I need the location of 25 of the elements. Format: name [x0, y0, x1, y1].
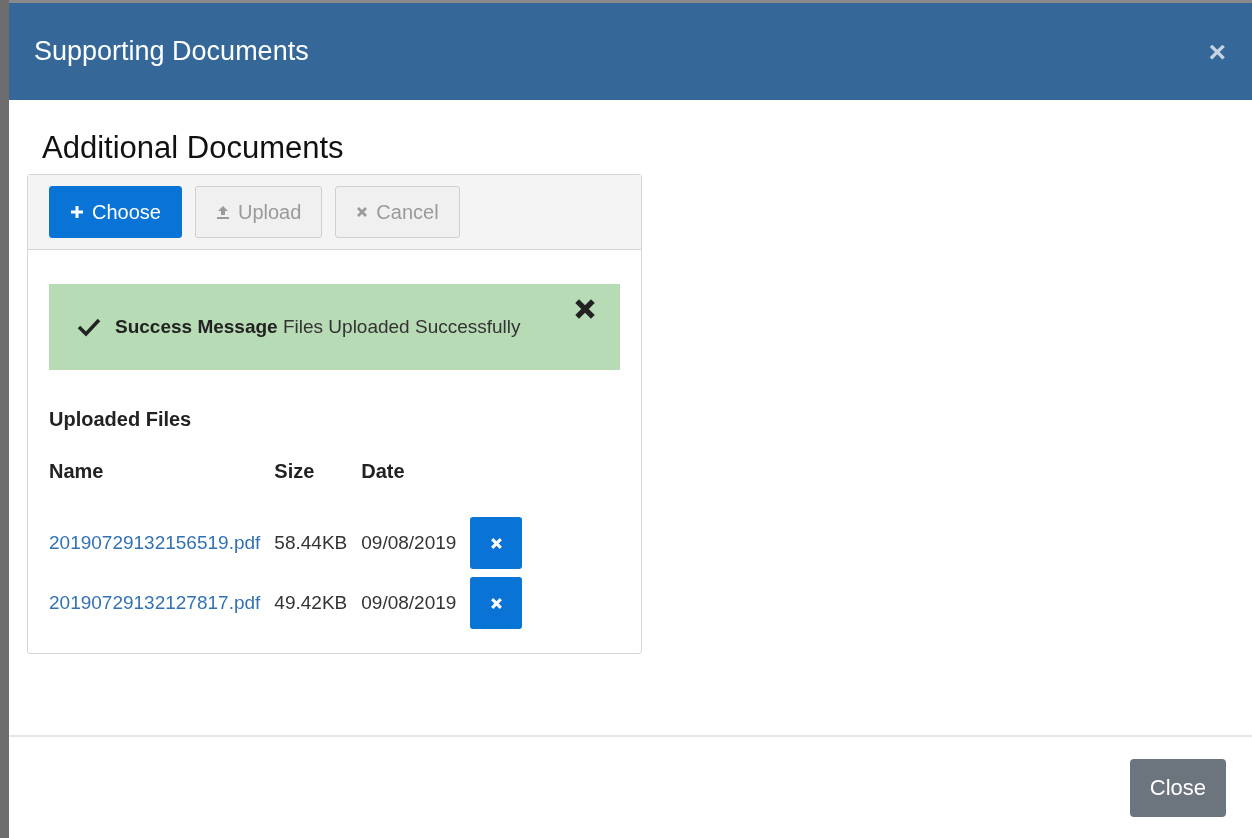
close-button[interactable]: ×: [1202, 34, 1232, 69]
file-date: 09/08/2019: [361, 573, 471, 633]
section-heading: Uploaded Files: [49, 408, 193, 431]
column-header: Size: [274, 459, 316, 484]
close-icon: [489, 536, 503, 550]
close-icon: [356, 206, 369, 218]
close-button[interactable]: Close: [1129, 758, 1226, 817]
upload-icon: [215, 205, 230, 219]
dialog-title: Supporting Documents: [34, 36, 309, 67]
file-size: 58.44KB: [274, 531, 349, 555]
close-icon[interactable]: [574, 298, 596, 320]
file-link[interactable]: 20190729132127817.pdf: [49, 592, 261, 613]
delete-button[interactable]: [470, 577, 523, 629]
plus-icon: [70, 205, 84, 219]
section-title: Additional Documents: [42, 130, 345, 166]
close-icon: [489, 596, 503, 610]
column-header: Date: [361, 459, 406, 484]
column-header: Name: [49, 459, 275, 513]
file-link[interactable]: 20190729132156519.pdf: [49, 532, 261, 553]
file-size: 49.42KB: [274, 591, 349, 615]
message-text: Success Message Files Uploaded Successfully: [115, 316, 521, 338]
choose-button[interactable]: Choose: [49, 186, 182, 238]
checkmark-icon: [77, 317, 101, 337]
delete-button[interactable]: [470, 517, 523, 569]
file-date: 09/08/2019: [361, 513, 471, 573]
